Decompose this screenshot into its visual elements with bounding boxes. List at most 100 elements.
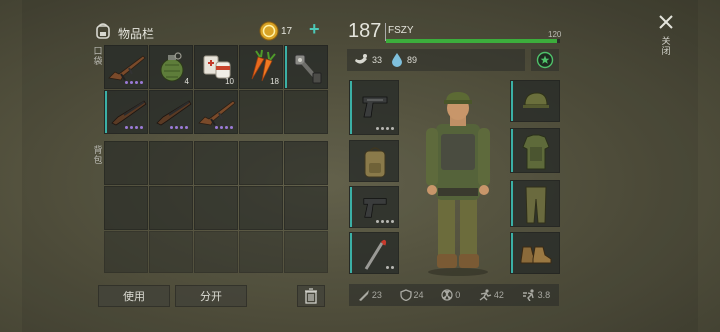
radiation-icon	[441, 289, 453, 301]
melee-weapon-slot[interactable]	[349, 232, 399, 274]
trash-icon	[305, 288, 317, 304]
backpack-slot[interactable]	[194, 231, 238, 273]
legs-slot[interactable]	[510, 180, 560, 227]
pistol-icon	[363, 198, 387, 218]
backpack-slot[interactable]	[284, 186, 328, 230]
slot-accent	[285, 46, 287, 88]
backpack-icon	[96, 23, 110, 39]
radiation-value: 0	[455, 290, 461, 300]
equipped-backpack-icon	[364, 147, 386, 178]
trash-button[interactable]	[297, 285, 325, 307]
running-icon	[479, 289, 492, 301]
shotgun-icon	[156, 100, 192, 126]
player-level: 187	[348, 20, 382, 42]
achievement-button[interactable]	[531, 49, 559, 71]
shield-icon	[399, 289, 412, 301]
star-badge-icon	[536, 51, 554, 69]
attack-stat: 23	[358, 289, 382, 301]
backpack-slot[interactable]	[149, 231, 193, 273]
pocket-slot-5[interactable]	[284, 45, 328, 89]
pockets-label: 口袋	[93, 46, 103, 66]
mechanism-icon	[294, 54, 322, 84]
feet-slot[interactable]	[510, 232, 560, 274]
backpack-slot[interactable]	[194, 186, 238, 230]
item-count: 10	[225, 77, 234, 86]
body-armor-icon	[522, 134, 550, 170]
primary-weapon-slot[interactable]	[349, 80, 399, 135]
close-button[interactable]: 关闭	[655, 14, 677, 64]
slot-accent	[105, 91, 107, 133]
item-count: 4	[184, 77, 189, 86]
backpack-label-text: 背包	[93, 145, 103, 165]
backpack-slot[interactable]	[104, 141, 148, 185]
backpack-slot[interactable]	[284, 141, 328, 185]
quality-dots	[215, 126, 233, 130]
pocket-slot-2[interactable]: 4	[149, 45, 193, 89]
use-button-label: 使用	[123, 291, 145, 303]
xp-value: 120	[548, 30, 562, 39]
pocket-slot-4[interactable]: 18	[239, 45, 283, 89]
use-button[interactable]: 使用	[98, 285, 170, 307]
pocket-slot-3[interactable]: 10	[194, 45, 238, 89]
quality-dots	[376, 127, 394, 131]
pocket-slot-9[interactable]	[239, 90, 283, 134]
xp-bar-fill	[386, 39, 557, 43]
grenade-icon	[160, 52, 184, 82]
xp-bar	[386, 39, 560, 43]
pocket-slot-8[interactable]	[194, 90, 238, 134]
cap-icon	[523, 92, 549, 108]
water-drop-icon	[392, 53, 402, 67]
pocket-slot-10[interactable]	[284, 90, 328, 134]
stats-bar: 23 24 0 42 3.8	[349, 284, 559, 306]
backpack-slot[interactable]	[194, 141, 238, 185]
backpack-slot[interactable]	[104, 231, 148, 273]
coin-icon	[259, 21, 279, 41]
player-name: FSZY	[388, 25, 414, 36]
close-icon	[659, 15, 673, 29]
quality-dots	[170, 126, 188, 130]
backpack-slot[interactable]	[284, 231, 328, 273]
close-label: 关闭	[661, 36, 671, 56]
quality-dots	[376, 220, 394, 224]
pants-icon	[525, 186, 547, 224]
slot-accent	[350, 81, 352, 134]
add-coins-button[interactable]: +	[309, 19, 320, 40]
slot-accent	[350, 233, 352, 273]
backpack-label: 背包	[93, 145, 103, 165]
ak-rifle-icon	[108, 55, 146, 81]
boots-icon	[520, 246, 552, 264]
speed-stat: 42	[478, 289, 504, 301]
backpack-slot[interactable]	[104, 186, 148, 230]
shotgun-icon	[111, 100, 147, 126]
character-model	[426, 92, 490, 276]
quality-dots	[125, 126, 143, 130]
backpack-equip-slot[interactable]	[349, 140, 399, 182]
food-icon	[355, 54, 367, 64]
backpack-slot[interactable]	[149, 141, 193, 185]
inventory-title: 物品栏	[118, 27, 155, 41]
slot-accent	[511, 129, 513, 172]
slot-accent	[511, 181, 513, 226]
defense-stat: 24	[399, 289, 424, 301]
quality-dots	[386, 266, 394, 270]
body-slot[interactable]	[510, 128, 560, 173]
split-button[interactable]: 分开	[175, 285, 247, 307]
backpack-slot[interactable]	[149, 186, 193, 230]
knife-icon	[358, 290, 369, 301]
pocket-slot-7[interactable]	[149, 90, 193, 134]
secondary-weapon-slot[interactable]	[349, 186, 399, 228]
split-button-label: 分开	[200, 291, 222, 303]
backpack-slot[interactable]	[239, 231, 283, 273]
backpack-slot[interactable]	[239, 141, 283, 185]
head-slot[interactable]	[510, 80, 560, 122]
pocket-slot-1[interactable]	[104, 45, 148, 89]
defense-value: 24	[413, 290, 424, 300]
attack-value: 23	[371, 290, 382, 300]
backpack-slot[interactable]	[239, 186, 283, 230]
sprint-icon	[522, 289, 534, 301]
slot-accent	[511, 233, 513, 273]
pocket-slot-6[interactable]	[104, 90, 148, 134]
coin-count: 17	[281, 26, 293, 37]
food-value: 33	[372, 55, 383, 65]
slot-accent	[511, 81, 513, 121]
